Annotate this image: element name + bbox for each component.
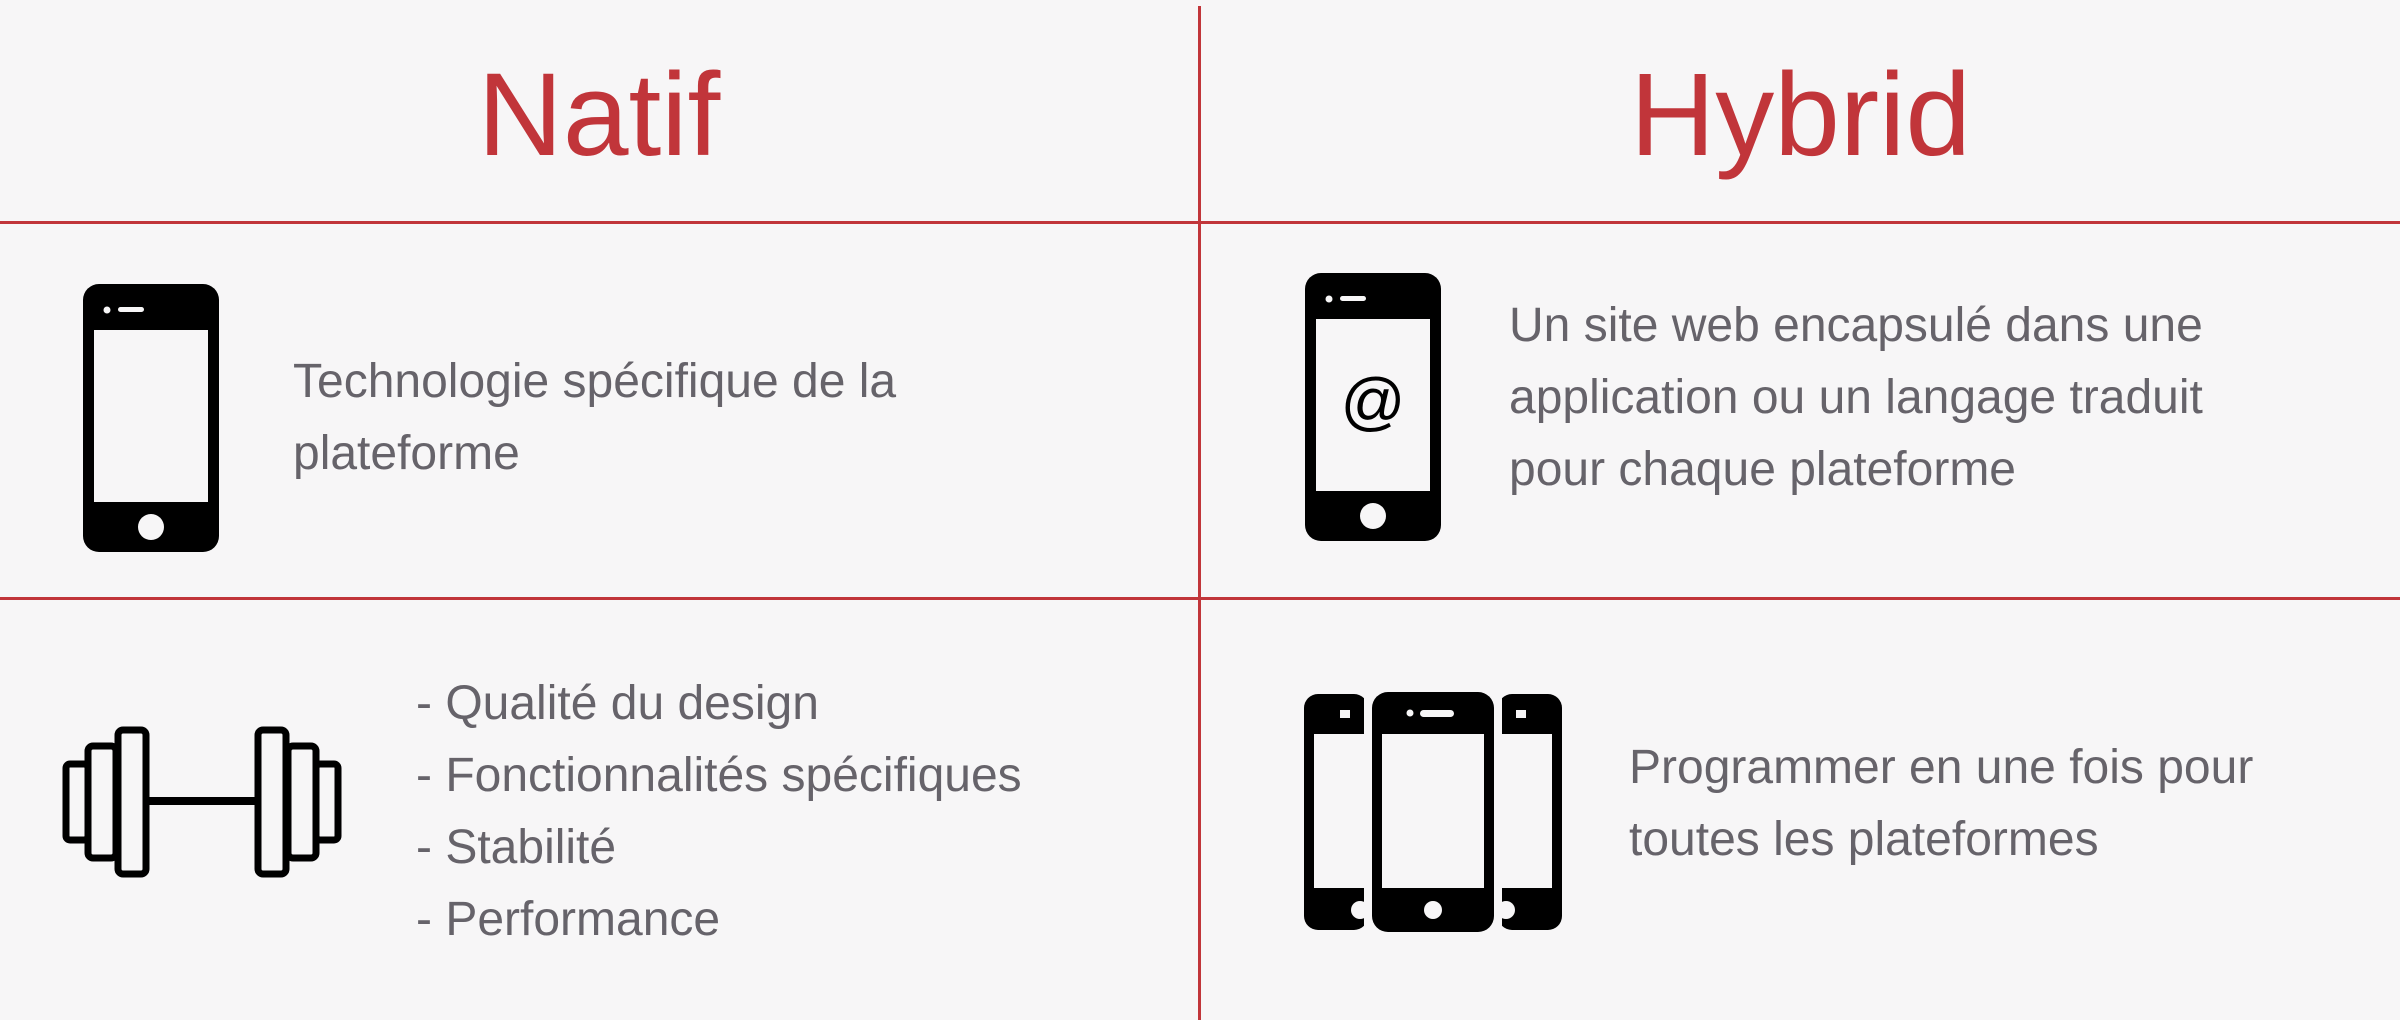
multiple-smartphones-icon [1304, 690, 1562, 934]
smartphone-icon [83, 284, 219, 552]
at-symbol: @ [1341, 365, 1406, 437]
natif-strengths-list: - Qualité du design - Fonctionnalités sp… [416, 668, 1022, 956]
dumbbell-icon [62, 726, 342, 878]
natif-strength-item: - Stabilité [416, 821, 617, 874]
natif-technology-line-2: plateforme [293, 427, 520, 480]
header-divider [0, 221, 2400, 224]
hybrid-strengths-text: Programmer en une fois pour toutes les p… [1629, 732, 2253, 876]
natif-strength-item: - Performance [416, 893, 721, 946]
natif-strength-item: - Fonctionnalités spécifiques [416, 749, 1022, 802]
natif-technology-text: Technologie spécifique de la plateforme [293, 346, 896, 490]
natif-strength-item: - Qualité du design [416, 677, 819, 730]
row-divider [0, 597, 2400, 600]
smartphone-web-icon: @ [1305, 273, 1441, 541]
hybrid-strengths-line-1: Programmer en une fois pour [1629, 741, 2254, 794]
natif-technology-line-1: Technologie spécifique de la [293, 355, 897, 408]
hybrid-technology-line-3: pour chaque plateforme [1509, 443, 2016, 496]
natif-title: Natif [477, 49, 721, 181]
hybrid-technology-line-2: application ou un langage traduit [1509, 371, 2203, 424]
hybrid-technology-text: Un site web encapsulé dans une applicati… [1509, 290, 2203, 506]
hybrid-strengths-line-2: toutes les plateformes [1629, 813, 2099, 866]
hybrid-technology-line-1: Un site web encapsulé dans une [1509, 299, 2203, 352]
hybrid-title: Hybrid [1630, 49, 1971, 181]
